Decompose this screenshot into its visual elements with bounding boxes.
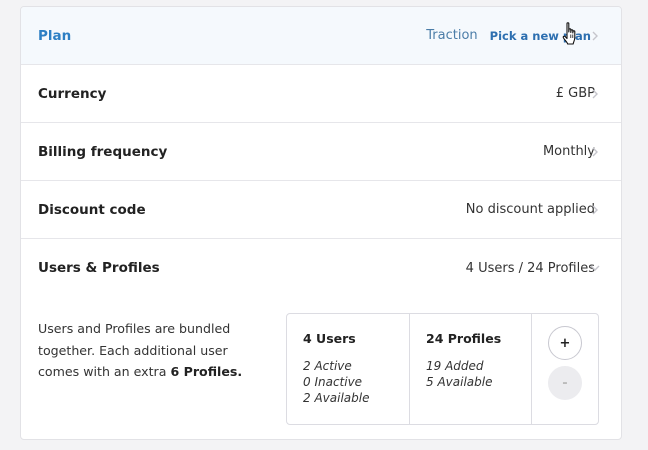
bundle-description-bold: 6 Profiles. [170,364,243,379]
add-user-button[interactable]: + [548,326,582,360]
plan-label: Plan [38,27,72,44]
discount-code-value: No discount applied [465,202,595,217]
profiles-available: 5 Available [426,375,493,389]
users-active: 2 Active [303,359,352,373]
chevron-right-icon [589,146,601,158]
plan-value: Traction [426,28,478,43]
users-profiles-label: Users & Profiles [38,260,160,276]
chevron-right-icon [589,88,601,100]
billing-frequency-value: Monthly [542,144,595,159]
users-profiles-value: 4 Users / 24 Profiles [465,260,595,276]
users-inactive: 0 Inactive [303,375,363,389]
hand-pointer-icon [562,22,580,48]
chevron-down-icon [589,262,601,274]
billing-frequency-label: Billing frequency [38,143,168,160]
profiles-added: 19 Added [426,359,484,373]
subscription-card: Plan Traction Pick a new plan Currency £… [20,6,622,440]
profiles-summary-column: 24 Profiles 19 Added 5 Available [410,314,532,424]
user-count-controls: + - [532,314,598,424]
currency-label: Currency [38,85,107,102]
discount-code-row[interactable]: Discount code No discount applied [21,181,621,239]
users-summary-column: 4 Users 2 Active 0 Inactive 2 Available [287,314,410,424]
billing-frequency-row[interactable]: Billing frequency Monthly [21,123,621,181]
chevron-right-icon [589,30,601,42]
bundle-description: Users and Profiles are bundled together.… [38,318,253,383]
users-count-title: 4 Users [303,331,356,346]
chevron-right-icon [589,204,601,216]
profiles-count-title: 24 Profiles [426,331,502,346]
plan-row[interactable]: Plan Traction Pick a new plan [21,7,621,65]
users-profiles-summary: 4 Users 2 Active 0 Inactive 2 Available … [286,313,599,425]
users-profiles-row[interactable]: Users & Profiles 4 Users / 24 Profiles [21,239,621,297]
remove-user-button[interactable]: - [548,366,582,400]
currency-row[interactable]: Currency £ GBP [21,65,621,123]
users-available: 2 Available [303,391,370,405]
discount-code-label: Discount code [38,201,146,218]
